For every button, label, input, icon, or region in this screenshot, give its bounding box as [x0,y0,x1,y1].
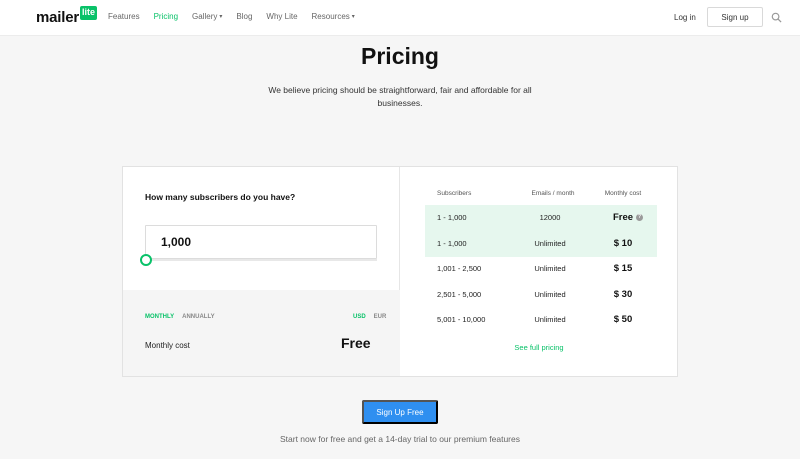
table-row: 1 - 1,000 12000 Free ? [425,205,657,231]
row-cost: $ 30 [613,289,633,300]
row-subscribers: 1 - 1,000 [437,213,467,222]
signup-free-button[interactable]: Sign Up Free [362,400,438,424]
monthly-cost-label: Monthly cost [145,341,190,350]
subscriber-slider-track[interactable] [145,259,377,261]
nav-resources[interactable]: Resources ▾ [312,12,355,21]
mailerlite-logo[interactable]: mailer lite [36,6,98,27]
logo-text: mailer [36,9,79,26]
search-icon[interactable] [771,12,782,23]
row-subscribers: 1,001 - 2,500 [437,264,482,273]
table-row: 1 - 1,000 Unlimited $ 10 [425,231,657,257]
header-subscribers: Subscribers [437,190,472,197]
header-emails: Emails / month [531,190,575,197]
header-monthly-cost: Monthly cost [604,190,642,197]
subscriber-slider-handle[interactable] [140,254,152,266]
pricing-card: How many subscribers do you have? MONTHL… [122,166,678,377]
row-emails: Unlimited [534,290,566,299]
table-row: 5,001 - 10,000 Unlimited $ 50 [425,307,657,333]
nav-resources-label: Resources [311,12,350,21]
top-header: mailer lite Features Pricing Gallery ▾ Bl… [0,0,800,36]
page-subtitle: We believe pricing should be straightfor… [268,85,532,108]
page-title: Pricing [361,43,439,69]
table-row: 2,501 - 5,000 Unlimited $ 30 [425,282,657,308]
help-icon[interactable]: ? [636,214,643,221]
subscriber-question: How many subscribers do you have? [145,192,296,202]
nav-features[interactable]: Features [108,12,140,21]
nav-gallery[interactable]: Gallery ▾ [192,12,222,21]
currency-toggle: USD EUR [345,314,386,320]
signup-button[interactable]: Sign up [707,7,763,27]
currency-usd-option[interactable]: USD [353,314,366,320]
row-subscribers: 2,501 - 5,000 [437,290,482,299]
billing-toggle: MONTHLY ANNUALLY [145,314,223,320]
chevron-down-icon: ▾ [351,14,355,20]
row-emails: Unlimited [534,239,566,248]
subscriber-count-input[interactable] [145,225,377,259]
currency-eur-option[interactable]: EUR [374,314,387,320]
cost-summary: MONTHLY ANNUALLY USD EUR Monthly cost Fr… [123,290,400,376]
nav-gallery-label: Gallery [192,12,218,21]
billing-annually-option[interactable]: ANNUALLY [182,314,214,320]
logo-badge: lite [80,6,98,20]
row-subscribers: 5,001 - 10,000 [437,315,486,324]
row-emails: Unlimited [534,264,566,273]
login-link[interactable]: Log in [674,13,696,22]
row-cost: $ 10 [613,238,633,249]
see-full-pricing-link[interactable]: See full pricing [401,343,677,352]
subscriber-calculator: How many subscribers do you have? MONTHL… [123,167,400,376]
billing-monthly-option[interactable]: MONTHLY [145,314,174,320]
nav-blog[interactable]: Blog [236,12,252,21]
row-cost: $ 15 [613,263,633,274]
nav-why-lite[interactable]: Why Lite [266,12,297,21]
row-cost: $ 50 [613,314,633,325]
table-row: 1,001 - 2,500 Unlimited $ 15 [425,256,657,282]
row-subscribers: 1 - 1,000 [437,239,467,248]
monthly-cost-value: Free [341,335,371,351]
row-emails: 12000 [539,213,561,222]
row-emails: Unlimited [534,315,566,324]
main-nav: Features Pricing Gallery ▾ Blog Why Lite … [108,12,369,21]
pricing-table: Subscribers Emails / month Monthly cost … [401,167,677,376]
nav-pricing[interactable]: Pricing [154,12,178,21]
chevron-down-icon: ▾ [219,14,223,20]
trial-note: Start now for free and get a 14-day tria… [279,434,520,444]
